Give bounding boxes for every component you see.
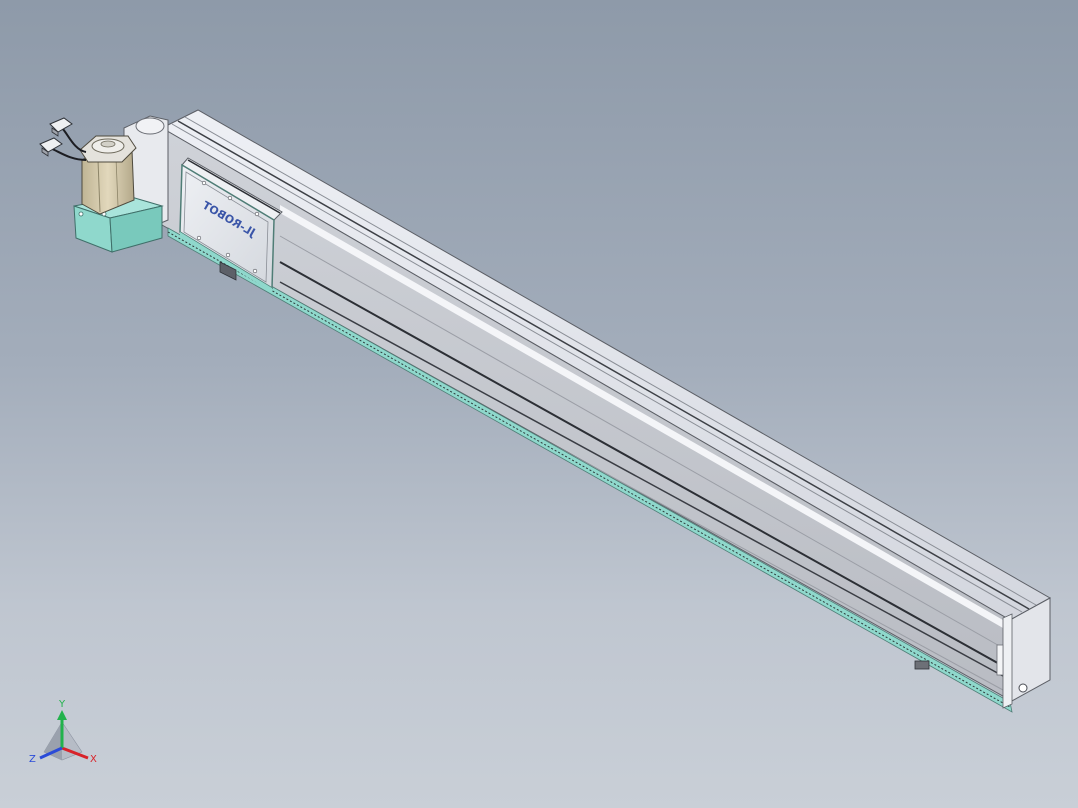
y-arrow-icon	[57, 710, 67, 720]
z-axis-label: Z	[29, 754, 36, 765]
x-axis-label: X	[90, 754, 97, 765]
coordinate-triad: Y X Z	[29, 699, 97, 765]
y-axis-label: Y	[58, 699, 66, 710]
graphics-viewport[interactable]: JL-ROBOT Y X Z	[0, 0, 1078, 808]
